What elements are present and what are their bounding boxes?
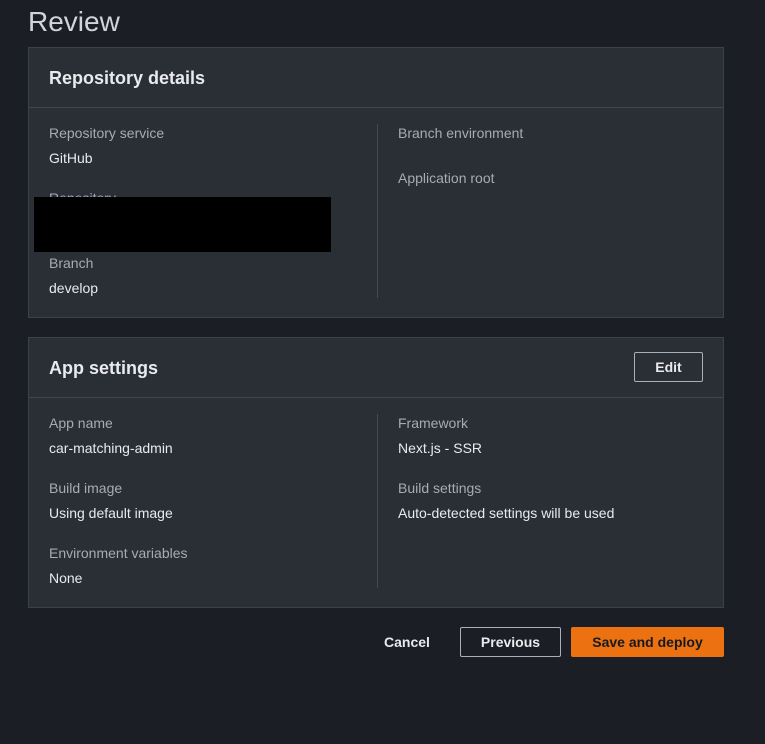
edit-button[interactable]: Edit	[634, 352, 703, 382]
page-title: Review	[28, 6, 120, 37]
field-value: Using default image	[49, 505, 173, 521]
field-label: Framework	[398, 415, 469, 431]
field-label: App name	[49, 415, 113, 431]
previous-button[interactable]: Previous	[460, 627, 561, 657]
app-name-field: App name car-matching-admin	[49, 414, 173, 457]
repository-details-panel: Repository details Repository service Gi…	[28, 47, 724, 318]
repository-field: Repository	[49, 188, 169, 197]
build-image-field: Build image Using default image	[49, 479, 173, 522]
panel-header: Repository details	[29, 48, 723, 108]
environment-variables-field: Environment variables None	[49, 544, 188, 587]
redacted-repository-value	[34, 197, 331, 252]
field-label: Build settings	[398, 480, 482, 496]
build-settings-field: Build settings Auto-detected settings wi…	[398, 479, 614, 522]
field-label: Environment variables	[49, 545, 188, 561]
field-value: Auto-detected settings will be used	[398, 505, 615, 521]
save-and-deploy-button[interactable]: Save and deploy	[571, 627, 724, 657]
app-settings-panel: App settings Edit App name car-matching-…	[28, 337, 724, 608]
field-label: Application root	[398, 170, 495, 186]
field-label: Branch	[49, 255, 94, 271]
field-label: Build image	[49, 480, 123, 496]
field-value: car-matching-admin	[49, 440, 173, 456]
application-root-field: Application root	[398, 169, 495, 187]
panel-header: App settings Edit	[29, 338, 723, 398]
panel-title: Repository details	[49, 68, 206, 88]
field-value: None	[49, 570, 83, 586]
column-divider	[377, 124, 378, 298]
branch-environment-field: Branch environment	[398, 124, 523, 142]
repository-service-field: Repository service GitHub	[49, 124, 164, 167]
panel-title: App settings	[49, 358, 159, 378]
cancel-button[interactable]: Cancel	[376, 627, 438, 657]
column-divider	[377, 414, 378, 588]
field-label: Repository service	[49, 125, 165, 141]
field-value: develop	[49, 280, 99, 296]
field-value: Next.js - SSR	[398, 440, 483, 456]
field-value: GitHub	[49, 150, 93, 166]
review-page: Review Repository details Repository ser…	[0, 0, 765, 744]
field-label: Repository	[49, 189, 169, 197]
branch-field: Branch develop	[49, 254, 98, 297]
framework-field: Framework Next.js - SSR	[398, 414, 482, 457]
field-label: Branch environment	[398, 125, 524, 141]
